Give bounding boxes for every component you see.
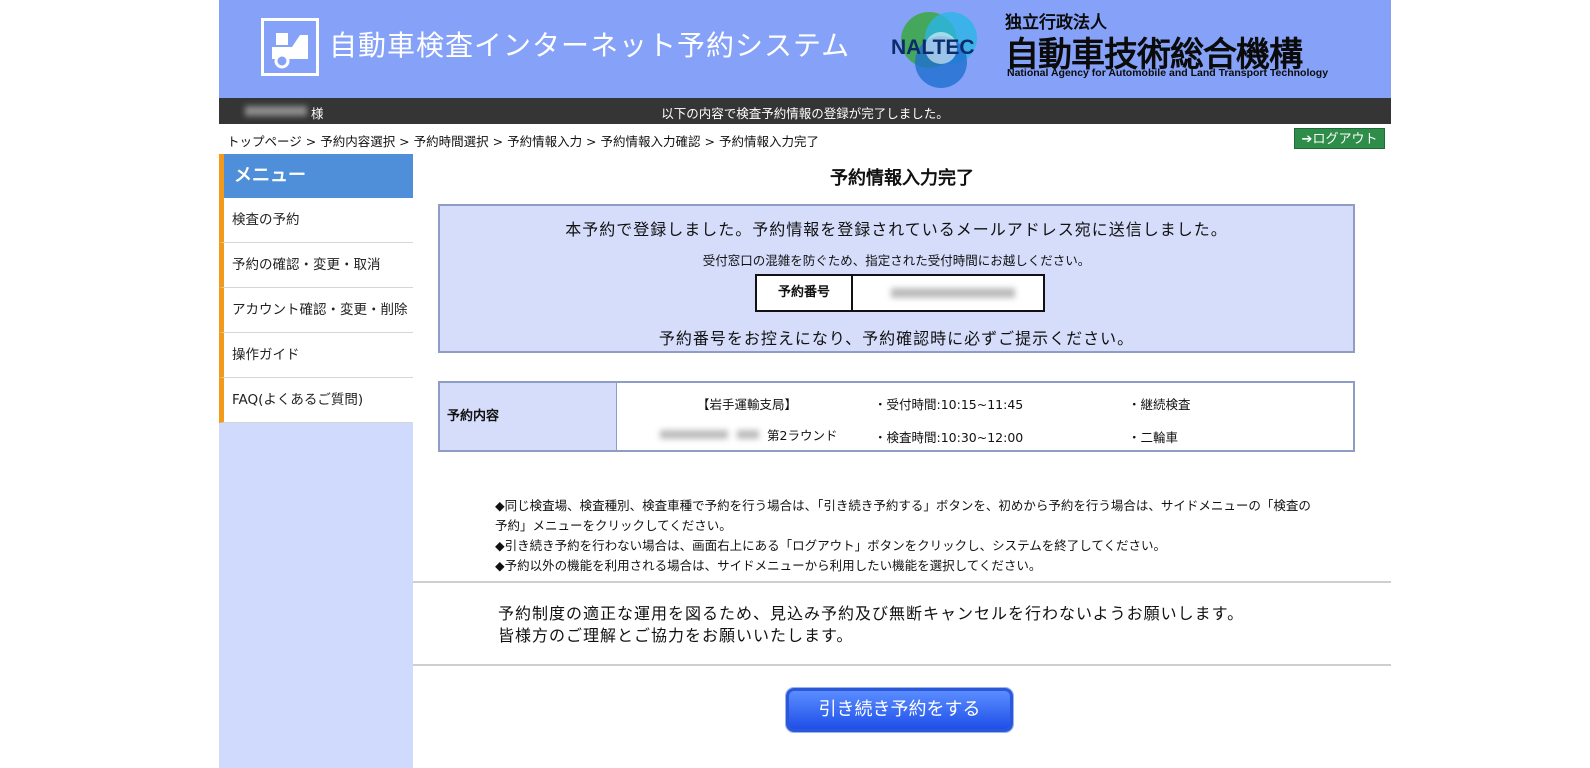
breadcrumb-item: トップページ xyxy=(227,134,302,149)
system-title: 自動車検査インターネット予約システム xyxy=(329,29,851,62)
truck-logo-icon xyxy=(261,18,319,76)
breadcrumb-separator: > xyxy=(582,134,601,149)
date-redacted xyxy=(660,430,728,439)
caution-text: 予約制度の適正な運用を図るため、見込み予約及び無断キャンセルを行わないようお願い… xyxy=(498,603,1244,647)
guide-text: ◆同じ検査場、検査種別、検査車種で予約を行う場合は、「引き続き予約する」ボタンを… xyxy=(495,496,1315,576)
divider xyxy=(413,581,1391,583)
page-title: 予約情報入力完了 xyxy=(830,168,974,189)
inspection-time: ・検査時間:10:30~12:00 xyxy=(874,430,1024,445)
caution-line: 予約制度の適正な運用を図るため、見込み予約及び無断キャンセルを行わないようお願い… xyxy=(498,604,1245,623)
status-bar: 様 以下の内容で検査予約情報の登録が完了しました。 xyxy=(219,98,1391,124)
divider xyxy=(413,664,1391,666)
org-name-en: National Agency for Automobile and Land … xyxy=(1007,67,1329,79)
caution-line: 皆様方のご理解とご協力をお願いいたします。 xyxy=(498,626,854,645)
breadcrumb-item: 予約情報入力 xyxy=(507,134,583,149)
continue-reservation-button[interactable]: 引き続き予約をする xyxy=(786,688,1013,732)
reservation-number-label: 予約番号 xyxy=(757,276,853,310)
logout-label: ログアウト xyxy=(1312,132,1378,147)
logout-button[interactable]: ➔ログアウト xyxy=(1294,128,1385,149)
breadcrumb-item: 予約内容選択 xyxy=(320,134,396,149)
details-label: 予約内容 xyxy=(440,383,617,450)
menu-heading: メニュー xyxy=(219,154,413,198)
site-header: 自動車検査インターネット予約システム NALTEC 独立行政法人 自動車技術総合… xyxy=(219,0,1391,98)
reservation-number-table: 予約番号 xyxy=(755,274,1045,312)
breadcrumb-item: 予約時間選択 xyxy=(413,134,489,149)
guide-line: ◆同じ検査場、検査種別、検査車種で予約を行う場合は、「引き続き予約する」ボタンを… xyxy=(495,498,1311,533)
sidebar-item-operation-guide[interactable]: 操作ガイド xyxy=(219,333,413,378)
notice-keep-number: 予約番号をお控えになり、予約確認時に必ずご提示ください。 xyxy=(658,329,1135,348)
sidebar: メニュー 検査の予約 予約の確認・変更・取消 アカウント確認・変更・削除 操作ガ… xyxy=(219,154,413,768)
sidebar-item-faq[interactable]: FAQ(よくあるご質問) xyxy=(219,378,413,423)
breadcrumb-separator: > xyxy=(700,134,719,149)
breadcrumb-item-current: 予約情報入力完了 xyxy=(718,134,819,149)
reception-time: ・受付時間:10:15~11:45 xyxy=(874,397,1024,412)
round-label: 第2ラウンド xyxy=(767,428,838,443)
completion-notice: 本予約で登録しました。予約情報を登録されているメールアドレス宛に送信しました。 … xyxy=(438,204,1355,353)
breadcrumb: トップページ > 予約内容選択 > 予約時間選択 > 予約情報入力 > 予約情報… xyxy=(227,131,819,150)
notice-arrival: 受付窓口の混雑を防ぐため、指定された受付時間にお越しください。 xyxy=(702,253,1091,268)
inspection-type: ・継続検査 xyxy=(1128,397,1191,412)
reservation-number-redacted xyxy=(891,288,1015,298)
guide-line: ◆予約以外の機能を利用される場合は、サイドメニューから利用したい機能を選択してく… xyxy=(495,558,1042,573)
breadcrumb-item: 予約情報入力確認 xyxy=(600,134,701,149)
vehicle-type: ・二輪車 xyxy=(1128,430,1179,445)
arrow-right-icon: ➔ xyxy=(1301,132,1313,147)
breadcrumb-separator: > xyxy=(395,134,414,149)
weekday-redacted xyxy=(737,430,759,439)
reservation-details: 予約内容 【岩手運輸支局】 第2ラウンド ・受付時間:10:15~11:45 ・… xyxy=(438,381,1355,452)
page: 自動車検査インターネット予約システム NALTEC 独立行政法人 自動車技術総合… xyxy=(219,0,1391,768)
breadcrumb-separator: > xyxy=(301,134,321,149)
notice-registered: 本予約で登録しました。予約情報を登録されているメールアドレス宛に送信しました。 xyxy=(565,220,1228,239)
guide-line: ◆引き続き予約を行わない場合は、画面右上にある「ログアウト」ボタンをクリックし、… xyxy=(495,538,1166,553)
sidebar-item-account-manage[interactable]: アカウント確認・変更・削除 xyxy=(219,288,413,333)
sidebar-item-inspection-reservation[interactable]: 検査の予約 xyxy=(219,198,413,243)
office-name: 【岩手運輸支局】 xyxy=(697,397,798,412)
sidebar-item-reservation-manage[interactable]: 予約の確認・変更・取消 xyxy=(219,243,413,288)
breadcrumb-separator: > xyxy=(488,134,508,149)
status-message: 以下の内容で検査予約情報の登録が完了しました。 xyxy=(661,106,949,121)
naltec-logo-text: NALTEC xyxy=(891,36,975,59)
